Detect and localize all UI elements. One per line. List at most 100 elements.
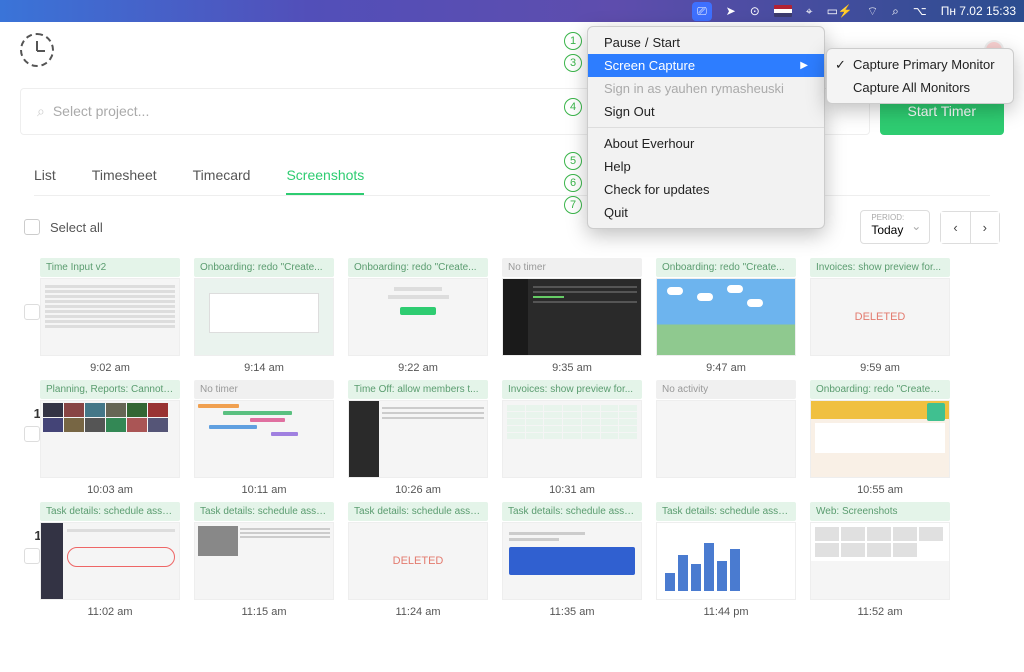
hour-row: 9am Time Input v2 9:02 am Onboarding: re…: [20, 258, 1004, 374]
screenshot-thumbnail[interactable]: [40, 278, 180, 356]
tab-timesheet[interactable]: Timesheet: [92, 157, 157, 195]
tab-list[interactable]: List: [34, 157, 56, 195]
screenshot-card[interactable]: No timer 10:11 am: [194, 380, 334, 496]
screenshot-title: Onboarding: redo "Create...: [656, 258, 796, 277]
tabs: List Timesheet Timecard Screenshots: [34, 157, 990, 196]
spotlight-icon[interactable]: ⌕: [892, 4, 899, 19]
bluetooth-icon[interactable]: ⌖: [806, 4, 813, 19]
screenshot-time: 9:59 am: [810, 362, 950, 374]
period-prev-button[interactable]: ‹: [941, 212, 970, 243]
wifi-icon[interactable]: ⌔: [867, 4, 878, 19]
screenshot-thumbnail[interactable]: [810, 522, 950, 600]
screenshot-card[interactable]: Onboarding: redo "Createa... 10:55 am: [810, 380, 950, 496]
screenshot-card[interactable]: Onboarding: redo "Create... 9:14 am: [194, 258, 334, 374]
telegram-icon[interactable]: ➤: [726, 4, 736, 18]
tray-dropdown: Pause / Start Screen Capture ▶ Sign in a…: [587, 26, 825, 229]
screenshot-thumbnail[interactable]: [656, 522, 796, 600]
screenshot-title: Web: Screenshots: [810, 502, 950, 521]
menu-updates[interactable]: Check for updates: [588, 178, 824, 201]
clock[interactable]: Пн 7.02 15:33: [941, 4, 1016, 18]
screenshot-thumbnail[interactable]: [656, 400, 796, 478]
screenshot-card[interactable]: Time Input v2 9:02 am: [40, 258, 180, 374]
screenshot-title: Time Input v2: [40, 258, 180, 277]
period-select[interactable]: PERIOD: Today: [860, 210, 930, 244]
screenshot-thumbnail[interactable]: [194, 278, 334, 356]
screenshot-time: 10:03 am: [40, 484, 180, 496]
screenshot-time: 9:22 am: [348, 362, 488, 374]
screenshot-thumbnail[interactable]: [40, 522, 180, 600]
menu-pause[interactable]: Pause: [604, 35, 641, 50]
screenshot-thumbnail[interactable]: [194, 400, 334, 478]
annotation-6: 6: [564, 174, 582, 192]
screenshot-title: Task details: schedule assig...: [194, 502, 334, 521]
menu-help[interactable]: Help: [588, 155, 824, 178]
screenshot-card[interactable]: Planning, Reports: Cannot ... 10:03 am: [40, 380, 180, 496]
hour-checkbox[interactable]: [24, 548, 40, 564]
menu-signout[interactable]: Sign Out: [588, 100, 824, 123]
screenshot-card[interactable]: Task details: schedule assig... 11:35 am: [502, 502, 642, 618]
screenshot-time: 11:35 am: [502, 606, 642, 618]
screenshot-card[interactable]: No timer 9:35 am: [502, 258, 642, 374]
screenshot-time: 9:14 am: [194, 362, 334, 374]
screenshot-card[interactable]: No activity: [656, 380, 796, 496]
select-all-label: Select all: [50, 220, 103, 235]
screenshot-thumbnail[interactable]: DELETED: [810, 278, 950, 356]
flag-icon[interactable]: [774, 5, 792, 17]
hour-checkbox[interactable]: [24, 304, 40, 320]
everhour-logo-icon[interactable]: [20, 33, 54, 67]
screenshot-time: 9:47 am: [656, 362, 796, 374]
screenshot-title: No timer: [194, 380, 334, 399]
annotation-3: 3: [564, 54, 582, 72]
menu-quit[interactable]: Quit: [588, 201, 824, 224]
screenshot-title: Planning, Reports: Cannot ...: [40, 380, 180, 399]
period-next-button[interactable]: ›: [971, 212, 999, 243]
menu-screen-capture[interactable]: Screen Capture ▶: [588, 54, 824, 77]
play-icon[interactable]: ⊙: [750, 4, 760, 18]
screenshot-title: Task details: schedule assig...: [502, 502, 642, 521]
tab-screenshots[interactable]: Screenshots: [286, 157, 364, 195]
screenshot-card[interactable]: Task details: schedule assig... DELETED …: [348, 502, 488, 618]
screenshot-thumbnail[interactable]: [656, 278, 796, 356]
screenshot-thumbnail[interactable]: [502, 278, 642, 356]
hour-checkbox[interactable]: [24, 426, 40, 442]
screenshot-time: 10:31 am: [502, 484, 642, 496]
select-all-checkbox[interactable]: [24, 219, 40, 235]
battery-icon[interactable]: ▭⚡: [827, 4, 853, 18]
annotation-4: 4: [564, 98, 582, 116]
screenshot-thumbnail[interactable]: DELETED: [348, 522, 488, 600]
menu-about[interactable]: About Everhour: [588, 132, 824, 155]
screenshot-card[interactable]: Onboarding: redo "Create... 9:47 am: [656, 258, 796, 374]
annotation-1: 1: [564, 32, 582, 50]
screenshot-card[interactable]: Web: Screenshots 11:52 am: [810, 502, 950, 618]
screenshot-card[interactable]: Time Off: allow members t... 10:26 am: [348, 380, 488, 496]
screenshot-time: 11:24 am: [348, 606, 488, 618]
chevron-right-icon: ▶: [800, 60, 808, 71]
screenshot-thumbnail[interactable]: [348, 400, 488, 478]
screenshot-tray-icon[interactable]: ⎚: [692, 2, 712, 21]
screenshot-card[interactable]: Onboarding: redo "Create... 9:22 am: [348, 258, 488, 374]
annotation-5: 5: [564, 152, 582, 170]
controlcenter-icon[interactable]: ⌥: [913, 4, 927, 18]
screenshot-thumbnail[interactable]: [348, 278, 488, 356]
screenshot-card[interactable]: Task details: schedule assig... 11:44 pm: [656, 502, 796, 618]
screenshot-card[interactable]: Invoices: show preview for... DELETED 9:…: [810, 258, 950, 374]
screenshot-time: 11:02 am: [40, 606, 180, 618]
screenshot-time: 10:11 am: [194, 484, 334, 496]
annotation-7: 7: [564, 196, 582, 214]
menu-start[interactable]: Start: [653, 35, 680, 50]
submenu-capture-primary[interactable]: Capture Primary Monitor: [827, 53, 1013, 76]
screenshot-card[interactable]: Task details: schedule assig... 11:15 am: [194, 502, 334, 618]
screenshot-title: Onboarding: redo "Create...: [194, 258, 334, 277]
search-icon: ⌕: [37, 103, 45, 120]
submenu-capture-all[interactable]: Capture All Monitors: [827, 76, 1013, 99]
screenshot-thumbnail[interactable]: [810, 400, 950, 478]
screenshot-time: 11:44 pm: [656, 606, 796, 618]
screenshot-time: 9:02 am: [40, 362, 180, 374]
screenshot-thumbnail[interactable]: [194, 522, 334, 600]
screenshot-card[interactable]: Invoices: show preview for... 10:31 am: [502, 380, 642, 496]
screenshot-card[interactable]: Task details: schedule assig... 11:02 am: [40, 502, 180, 618]
screenshot-thumbnail[interactable]: [40, 400, 180, 478]
screenshot-thumbnail[interactable]: [502, 400, 642, 478]
screenshot-thumbnail[interactable]: [502, 522, 642, 600]
tab-timecard[interactable]: Timecard: [193, 157, 251, 195]
